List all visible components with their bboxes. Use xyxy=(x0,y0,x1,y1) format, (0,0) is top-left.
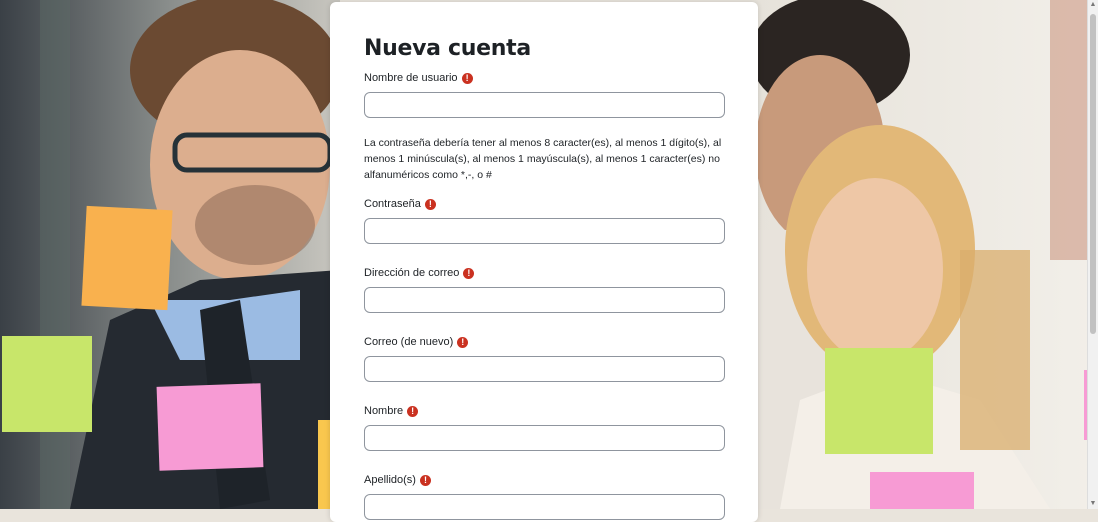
exclamation-circle-icon: ! xyxy=(424,198,436,210)
sticky-note xyxy=(825,348,933,454)
email-input[interactable] xyxy=(364,287,725,313)
sticky-note xyxy=(2,336,92,432)
exclamation-circle-icon: ! xyxy=(461,72,473,84)
email-confirm-field: Correo (de nuevo) ! xyxy=(364,335,725,382)
scrollbar-thumb[interactable] xyxy=(1090,14,1096,334)
sticky-note xyxy=(318,420,330,509)
username-label: Nombre de usuario xyxy=(364,72,458,84)
sticky-note xyxy=(870,472,974,509)
email-field: Dirección de correo ! xyxy=(364,266,725,313)
firstname-input[interactable] xyxy=(364,425,725,451)
lastname-input[interactable] xyxy=(364,494,725,520)
username-input[interactable] xyxy=(364,92,725,118)
email-label: Dirección de correo xyxy=(364,267,460,279)
exclamation-circle-icon: ! xyxy=(463,267,475,279)
email-confirm-input[interactable] xyxy=(364,356,725,382)
sticky-note xyxy=(156,383,264,471)
password-requirements-text: La contraseña debería tener al menos 8 c… xyxy=(364,137,722,181)
page-title: Nueva cuenta xyxy=(364,36,531,61)
signup-card: Nueva cuenta Nombre de usuario ! La cont… xyxy=(330,2,758,522)
lastname-field: Apellido(s) ! xyxy=(364,473,725,520)
lastname-label: Apellido(s) xyxy=(364,474,416,486)
firstname-field: Nombre ! xyxy=(364,404,725,451)
exclamation-circle-icon: ! xyxy=(419,474,431,486)
password-input[interactable] xyxy=(364,218,725,244)
firstname-label: Nombre xyxy=(364,405,404,417)
sticky-note xyxy=(81,205,173,311)
page-scrollbar[interactable]: ▲ ▼ xyxy=(1087,0,1098,509)
exclamation-circle-icon: ! xyxy=(407,405,419,417)
exclamation-circle-icon: ! xyxy=(457,336,469,348)
password-label: Contraseña xyxy=(364,198,421,210)
email-confirm-label: Correo (de nuevo) xyxy=(364,336,454,348)
password-field: Contraseña ! xyxy=(364,197,725,244)
username-field: Nombre de usuario ! xyxy=(364,71,725,118)
